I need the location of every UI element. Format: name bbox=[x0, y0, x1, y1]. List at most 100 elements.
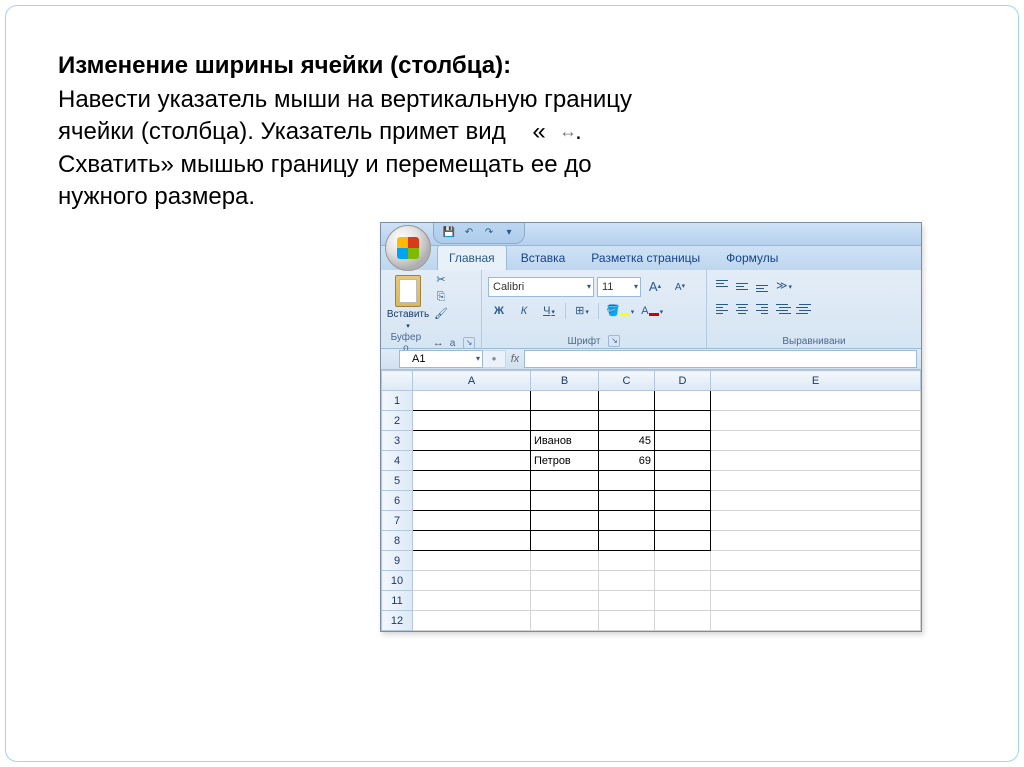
font-name-input[interactable]: Calibri bbox=[488, 277, 594, 297]
decrease-font-button[interactable]: A▾ bbox=[669, 278, 691, 296]
cell[interactable] bbox=[599, 411, 655, 431]
row-header[interactable]: 3 bbox=[382, 431, 413, 451]
cell[interactable] bbox=[413, 571, 531, 591]
col-header-c[interactable]: C bbox=[599, 371, 655, 391]
cell[interactable] bbox=[655, 451, 711, 471]
cell[interactable] bbox=[413, 451, 531, 471]
cell[interactable] bbox=[413, 511, 531, 531]
paste-button[interactable]: Вставить ▾ bbox=[387, 273, 429, 330]
cut-icon[interactable]: ✂ bbox=[433, 273, 449, 288]
cell[interactable] bbox=[413, 491, 531, 511]
cell[interactable] bbox=[711, 491, 921, 511]
cell[interactable] bbox=[531, 471, 599, 491]
align-left-button[interactable] bbox=[713, 300, 731, 318]
format-painter-icon[interactable]: 🖌 bbox=[433, 307, 449, 322]
cell[interactable]: 45 bbox=[599, 431, 655, 451]
undo-icon[interactable]: ↶ bbox=[462, 226, 476, 240]
increase-font-button[interactable]: A▴ bbox=[644, 278, 666, 296]
cell[interactable] bbox=[531, 531, 599, 551]
cell[interactable] bbox=[711, 551, 921, 571]
font-color-button[interactable]: A bbox=[639, 302, 665, 320]
copy-icon[interactable]: ⎘ bbox=[433, 290, 449, 305]
italic-button[interactable]: К bbox=[513, 302, 535, 320]
underline-button[interactable]: Ч bbox=[538, 302, 560, 320]
cell[interactable] bbox=[711, 451, 921, 471]
cell[interactable] bbox=[531, 551, 599, 571]
cell[interactable] bbox=[655, 491, 711, 511]
cell[interactable] bbox=[711, 431, 921, 451]
cell[interactable] bbox=[655, 531, 711, 551]
tab-home[interactable]: Главная bbox=[437, 245, 507, 270]
row-header[interactable]: 6 bbox=[382, 491, 413, 511]
cell[interactable] bbox=[413, 411, 531, 431]
col-header-b[interactable]: B bbox=[531, 371, 599, 391]
bold-button[interactable]: Ж bbox=[488, 302, 510, 320]
cell[interactable] bbox=[599, 491, 655, 511]
cell[interactable] bbox=[599, 611, 655, 631]
row-header[interactable]: 1 bbox=[382, 391, 413, 411]
qat-dropdown-icon[interactable]: ▾ bbox=[502, 226, 516, 240]
cell[interactable] bbox=[531, 591, 599, 611]
redo-icon[interactable]: ↷ bbox=[482, 226, 496, 240]
cell[interactable] bbox=[711, 571, 921, 591]
col-header-e[interactable]: E bbox=[711, 371, 921, 391]
cell[interactable] bbox=[655, 551, 711, 571]
cell[interactable] bbox=[413, 431, 531, 451]
cell[interactable] bbox=[413, 391, 531, 411]
cell[interactable] bbox=[655, 511, 711, 531]
cell[interactable] bbox=[413, 551, 531, 571]
cell[interactable] bbox=[655, 391, 711, 411]
row-header[interactable]: 10 bbox=[382, 571, 413, 591]
cell[interactable] bbox=[655, 571, 711, 591]
row-header[interactable]: 4 bbox=[382, 451, 413, 471]
orientation-button[interactable]: ≫ bbox=[773, 277, 795, 295]
office-button[interactable] bbox=[385, 225, 431, 271]
cell[interactable]: Иванов bbox=[531, 431, 599, 451]
name-box-expand-icon[interactable]: ● bbox=[483, 350, 506, 368]
row-header[interactable]: 5 bbox=[382, 471, 413, 491]
cell[interactable] bbox=[655, 591, 711, 611]
col-header-a[interactable]: A bbox=[413, 371, 531, 391]
cell[interactable] bbox=[531, 411, 599, 431]
row-header[interactable]: 8 bbox=[382, 531, 413, 551]
font-expand-icon[interactable]: ↘ bbox=[608, 335, 620, 347]
save-icon[interactable]: 💾 bbox=[442, 226, 456, 240]
cell[interactable] bbox=[599, 571, 655, 591]
cell[interactable] bbox=[599, 591, 655, 611]
cell[interactable] bbox=[413, 531, 531, 551]
clipboard-expand-icon[interactable]: ↘ bbox=[463, 337, 475, 349]
cell[interactable] bbox=[711, 591, 921, 611]
align-middle-button[interactable] bbox=[733, 277, 751, 295]
fx-icon[interactable]: fx bbox=[506, 353, 524, 365]
formula-input[interactable] bbox=[524, 350, 917, 368]
font-size-input[interactable]: 11 bbox=[597, 277, 641, 297]
align-top-button[interactable] bbox=[713, 277, 731, 295]
fill-color-button[interactable]: 🪣 bbox=[604, 302, 636, 320]
align-center-button[interactable] bbox=[733, 300, 751, 318]
tab-insert[interactable]: Вставка bbox=[509, 245, 578, 270]
cell[interactable] bbox=[711, 411, 921, 431]
cell[interactable] bbox=[711, 511, 921, 531]
cell[interactable] bbox=[655, 411, 711, 431]
row-header[interactable]: 12 bbox=[382, 611, 413, 631]
cell[interactable] bbox=[531, 491, 599, 511]
cell[interactable] bbox=[531, 611, 599, 631]
cell[interactable] bbox=[599, 551, 655, 571]
align-bottom-button[interactable] bbox=[753, 277, 771, 295]
cell[interactable] bbox=[655, 471, 711, 491]
cell[interactable] bbox=[711, 471, 921, 491]
row-header[interactable]: 9 bbox=[382, 551, 413, 571]
cell[interactable] bbox=[413, 591, 531, 611]
cell[interactable] bbox=[711, 391, 921, 411]
align-right-button[interactable] bbox=[753, 300, 771, 318]
decrease-indent-button[interactable] bbox=[773, 300, 791, 318]
row-header[interactable]: 11 bbox=[382, 591, 413, 611]
cell[interactable] bbox=[655, 431, 711, 451]
cell[interactable] bbox=[711, 531, 921, 551]
cell[interactable] bbox=[531, 391, 599, 411]
cell[interactable]: Петров bbox=[531, 451, 599, 471]
cell[interactable]: 69 bbox=[599, 451, 655, 471]
cell[interactable] bbox=[599, 531, 655, 551]
cell[interactable] bbox=[599, 511, 655, 531]
increase-indent-button[interactable] bbox=[793, 300, 811, 318]
